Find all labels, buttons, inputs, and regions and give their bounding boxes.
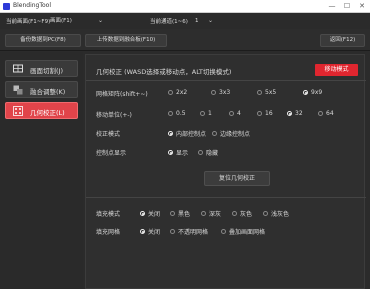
backup-to-pc-button[interactable]: 备份数据到PC(F8) — [5, 34, 81, 47]
toolbar: 备份数据到PC(F8) 上传数据到融合板(F10) 返回(F12) — [0, 29, 370, 51]
fill-mode-label: 填充模式 — [96, 211, 121, 218]
radio-fill-dark-gray[interactable]: 深灰 — [201, 209, 221, 218]
sidebar-item-geometry-correct[interactable]: 几何校正(L) — [5, 102, 78, 119]
window-title: BlendingTool — [13, 2, 52, 9]
close-button[interactable]: ✕ — [355, 0, 369, 13]
reset-geometry-button[interactable]: 复位几何校正 — [204, 171, 270, 186]
divider — [86, 80, 366, 81]
radio-inner-points[interactable]: 内部控制点 — [168, 129, 206, 138]
panel-header: 几何校正 (WASD选择或移动点，ALT切换模式) — [96, 68, 232, 76]
app-icon — [3, 3, 10, 10]
sidebar-item-label: 融合调整(K) — [30, 88, 66, 96]
selector-row: 当前画面(F1~F9) 画面(F1) ⌄ 当前通道(1~6) 1 ⌄ — [0, 14, 370, 28]
radio-fill-light-gray[interactable]: 浅灰色 — [263, 209, 289, 218]
sidebar-item-screen-cut[interactable]: 画面切割(J) — [5, 60, 78, 77]
radio-opaque-grid[interactable]: 不透明网格 — [170, 227, 208, 236]
chevron-down-icon[interactable]: ⌄ — [98, 17, 103, 24]
geometry-correct-icon — [13, 106, 23, 116]
screen-cut-icon — [13, 64, 23, 73]
radio-step-32[interactable]: 32 — [287, 110, 303, 117]
radio-grid-5x5[interactable]: 5x5 — [257, 89, 276, 96]
sidebar-item-blend-adjust[interactable]: 融合调整(K) — [5, 81, 78, 98]
sidebar-item-label: 画面切割(J) — [30, 67, 63, 75]
geometry-panel: 几何校正 (WASD选择或移动点，ALT切换模式) 移动模式 网格矩阵(shif… — [85, 54, 366, 289]
mode-badge[interactable]: 移动模式 — [315, 64, 358, 76]
radio-fill-gray[interactable]: 灰色 — [232, 209, 252, 218]
radio-overlay-grid[interactable]: 叠加画面网格 — [221, 227, 265, 236]
radio-step-16[interactable]: 16 — [257, 110, 273, 117]
title-bar: BlendingTool — ☐ ✕ — [0, 0, 370, 13]
minimize-button[interactable]: — — [325, 0, 339, 13]
sidebar: 画面切割(J) 融合调整(K) 几何校正(L) — [0, 52, 83, 289]
radio-step-0.5[interactable]: 0.5 — [168, 110, 186, 117]
maximize-button[interactable]: ☐ — [340, 0, 354, 13]
radio-step-64[interactable]: 64 — [318, 110, 334, 117]
grid-matrix-label: 网格矩阵(shift+~) — [96, 91, 148, 98]
radio-grid-off[interactable]: 关闭 — [140, 227, 160, 236]
radio-hide-points[interactable]: 隐藏 — [198, 148, 218, 157]
blend-adjust-icon — [13, 85, 23, 95]
control-point-display-label: 控制点显示 — [96, 150, 127, 157]
move-step-label: 移动单位(+-) — [96, 112, 132, 119]
radio-edge-points[interactable]: 边缘控制点 — [212, 129, 250, 138]
radio-step-4[interactable]: 4 — [229, 110, 241, 117]
sidebar-item-label: 几何校正(L) — [30, 109, 65, 117]
correction-mode-label: 校正模式 — [96, 131, 121, 138]
radio-grid-9x9[interactable]: 9x9 — [303, 89, 322, 96]
upload-to-board-button[interactable]: 上传数据到融合板(F10) — [85, 34, 167, 47]
radio-step-1[interactable]: 1 — [200, 110, 212, 117]
back-button[interactable]: 返回(F12) — [320, 34, 365, 47]
radio-show-points[interactable]: 显示 — [168, 148, 188, 157]
chevron-down-icon[interactable]: ⌄ — [208, 17, 213, 24]
radio-fill-off[interactable]: 关闭 — [140, 209, 160, 218]
radio-grid-2x2[interactable]: 2x2 — [168, 89, 187, 96]
current-screen-label: 当前画面(F1~F9) — [6, 19, 51, 25]
radio-grid-3x3[interactable]: 3x3 — [211, 89, 230, 96]
radio-fill-black[interactable]: 黑色 — [170, 209, 190, 218]
current-channel-label: 当前通道(1~6) — [150, 19, 188, 25]
divider — [86, 197, 366, 198]
fill-grid-label: 填充网格 — [96, 229, 121, 236]
